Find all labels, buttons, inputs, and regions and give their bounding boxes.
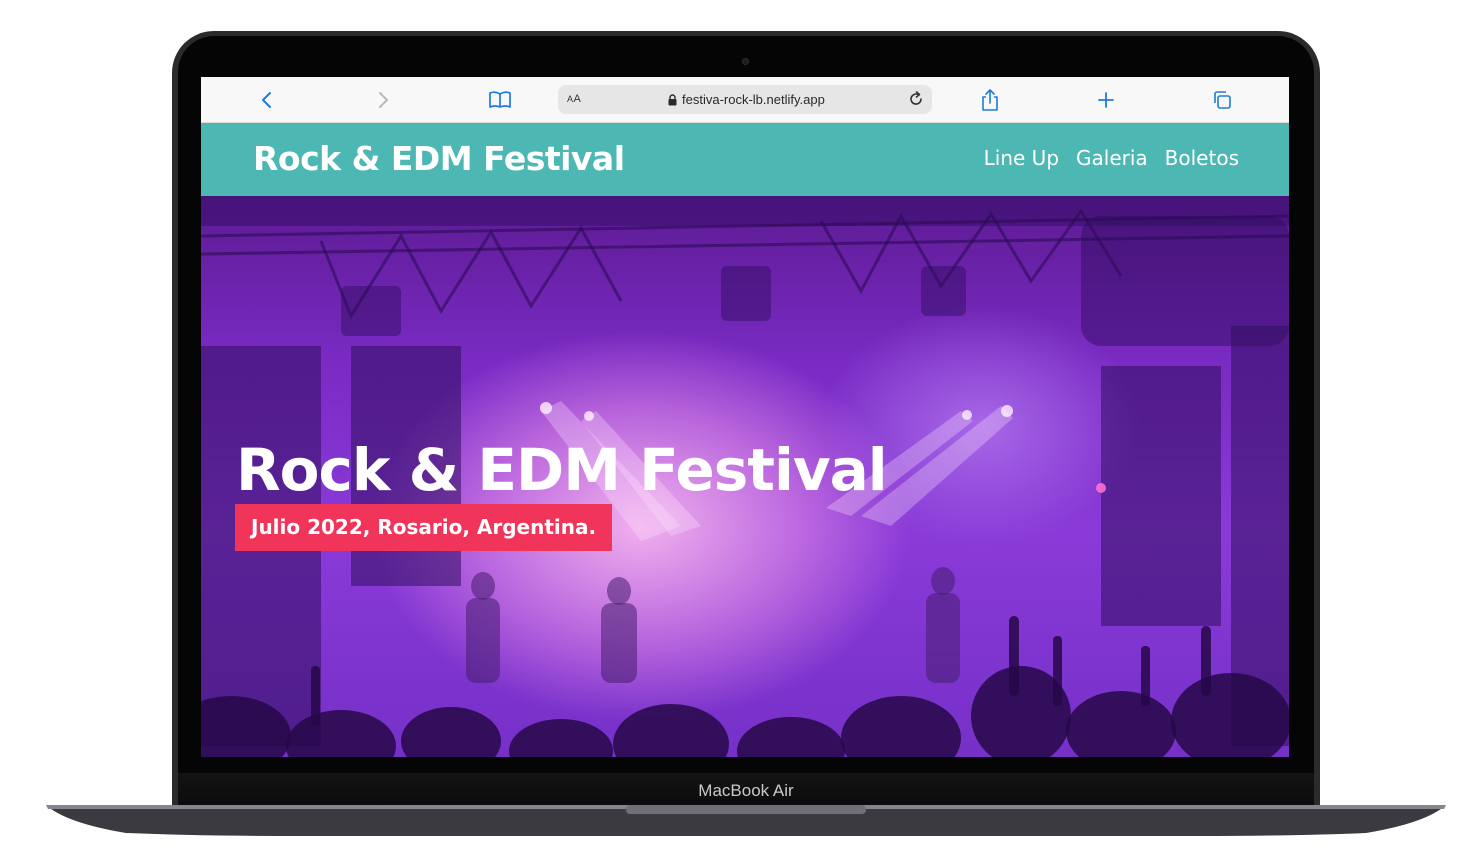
url-text: festiva-rock-lb.netlify.app [682,92,825,107]
reload-icon[interactable] [906,89,926,114]
plus-icon[interactable] [1094,88,1118,112]
nav-galeria[interactable]: Galeria [1076,146,1148,170]
chevron-left-icon[interactable] [255,88,279,112]
hero-banner: Rock & EDM Festival Julio 2022, Rosario,… [201,196,1289,757]
hero-title: Rock & EDM Festival [236,436,888,504]
address-bar[interactable]: AA festiva-rock-lb.netlify.app [558,85,932,114]
tabs-icon[interactable] [1210,88,1234,112]
nav-line-up[interactable]: Line Up [984,146,1059,170]
camera-icon [742,58,749,65]
main-nav: Line Up Galeria Boletos [984,146,1239,170]
chevron-right-icon[interactable] [371,88,395,112]
share-icon[interactable] [978,88,1002,112]
browser-toolbar: AA festiva-rock-lb.netlify.app [201,77,1289,123]
laptop-mockup: AA festiva-rock-lb.netlify.app Rock & ED… [0,0,1482,868]
laptop-base [46,803,1446,836]
device-label: MacBook Air [698,781,794,800]
nav-boletos[interactable]: Boletos [1165,146,1239,170]
site-header: Rock & EDM Festival Line Up Galeria Bole… [201,123,1289,196]
hero-tagline: Julio 2022, Rosario, Argentina. [235,504,613,551]
browser-screen: AA festiva-rock-lb.netlify.app Rock & ED… [201,77,1289,757]
book-icon[interactable] [488,88,512,112]
site-brand[interactable]: Rock & EDM Festival [253,139,625,178]
lock-icon [668,93,677,105]
text-size-button[interactable]: AA [567,93,581,105]
url-display[interactable]: festiva-rock-lb.netlify.app [668,92,825,107]
